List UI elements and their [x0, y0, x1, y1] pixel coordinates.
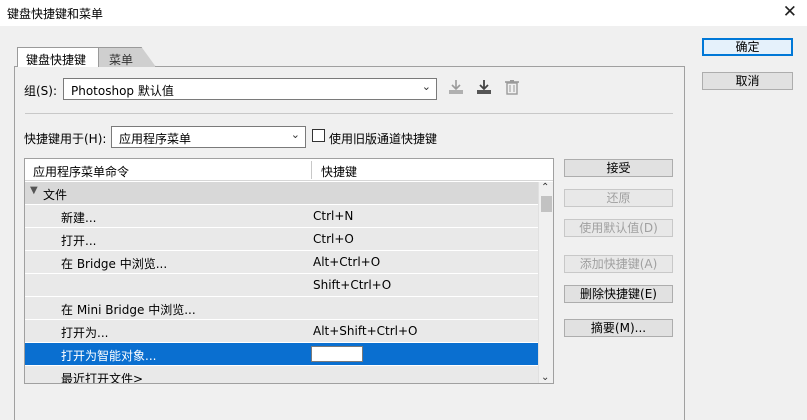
close-icon[interactable]: ✕ — [783, 2, 797, 22]
dialog-body: 键盘快捷键 菜单 组(S): Photoshop 默认值 ⌄ 快捷键用于(H):… — [0, 26, 807, 420]
shortcuts-for-value: 应用程序菜单 — [119, 132, 192, 146]
scroll-up-icon[interactable]: ⌃ — [541, 182, 549, 193]
row-shortcut[interactable]: Ctrl+N — [313, 209, 353, 223]
row-command: 打开为... — [61, 326, 109, 340]
shortcut-table: 应用程序菜单命令 快捷键 ▼ 文件 新建... Ctrl+N 打开... Ctr… — [24, 158, 554, 384]
group-select[interactable]: Photoshop 默认值 ⌄ — [63, 78, 437, 100]
add-shortcut-button[interactable]: 添加快捷键(A) — [564, 255, 673, 273]
scroll-down-icon[interactable]: ⌄ — [541, 372, 549, 383]
tab-menus[interactable]: 菜单 — [98, 47, 156, 67]
use-default-button[interactable]: 使用默认值(D) — [564, 219, 673, 237]
vertical-scrollbar[interactable]: ⌃ ⌄ — [538, 182, 553, 383]
scroll-thumb[interactable] — [541, 196, 552, 212]
row-shortcut[interactable]: Ctrl+O — [313, 232, 354, 246]
row-command: 文件 — [43, 188, 68, 202]
column-header-command[interactable]: 应用程序菜单命令 — [33, 163, 129, 180]
divider — [25, 113, 673, 114]
chevron-down-icon: ⌄ — [421, 80, 431, 93]
shortcut-entry-field[interactable] — [311, 346, 363, 362]
cancel-button[interactable]: 取消 — [702, 72, 793, 90]
save-set-icon[interactable] — [447, 78, 465, 96]
row-shortcut[interactable]: Alt+Shift+Ctrl+O — [313, 324, 417, 338]
table-row[interactable]: 打开为... Alt+Shift+Ctrl+O — [25, 320, 538, 343]
table-row[interactable]: 打开... Ctrl+O — [25, 228, 538, 251]
undo-button[interactable]: 还原 — [564, 189, 673, 207]
table-row[interactable]: 新建... Ctrl+N — [25, 205, 538, 228]
group-label: 组(S): — [24, 84, 58, 98]
accept-button[interactable]: 接受 — [564, 159, 673, 177]
window-title: 键盘快捷键和菜单 — [7, 7, 104, 21]
summarize-button[interactable]: 摘要(M)... — [564, 319, 673, 337]
table-header: 应用程序菜单命令 快捷键 — [25, 159, 553, 181]
row-command: 在 Bridge 中浏览... — [61, 257, 168, 271]
row-command: 打开为智能对象... — [61, 349, 157, 363]
save-as-set-icon[interactable] — [475, 78, 493, 96]
ok-button[interactable]: 确定 — [702, 38, 793, 56]
row-command: 在 Mini Bridge 中浏览... — [61, 303, 196, 317]
legacy-channel-shortcuts-label: 使用旧版通道快捷键 — [329, 132, 438, 146]
table-row[interactable]: 在 Mini Bridge 中浏览... — [25, 297, 538, 320]
expand-triangle-icon[interactable]: ▼ — [30, 185, 38, 196]
tab-keyboard-shortcuts[interactable]: 键盘快捷键 — [17, 47, 99, 67]
table-row[interactable]: ▼ 文件 — [25, 182, 538, 205]
row-command: 最近打开文件> — [61, 372, 144, 384]
shortcuts-for-select[interactable]: 应用程序菜单 ⌄ — [111, 126, 306, 148]
group-select-value: Photoshop 默认值 — [71, 84, 174, 98]
column-header-shortcut[interactable]: 快捷键 — [321, 163, 357, 180]
chevron-down-icon: ⌄ — [290, 128, 300, 141]
table-row[interactable]: 在 Bridge 中浏览... Alt+Ctrl+O — [25, 251, 538, 274]
shortcuts-for-label: 快捷键用于(H): — [24, 132, 107, 146]
table-row-selected[interactable]: 打开为智能对象... — [25, 343, 538, 366]
column-separator[interactable] — [311, 161, 312, 179]
table-row[interactable]: Shift+Ctrl+O — [25, 274, 538, 297]
table-rows: ▼ 文件 新建... Ctrl+N 打开... Ctrl+O 在 Bridge … — [25, 182, 538, 384]
row-command: 打开... — [61, 234, 97, 248]
legacy-channel-shortcuts-checkbox[interactable] — [312, 129, 325, 142]
delete-shortcut-button[interactable]: 删除快捷键(E) — [564, 285, 673, 303]
row-shortcut[interactable]: Shift+Ctrl+O — [313, 278, 391, 292]
table-row[interactable]: 最近打开文件> — [25, 366, 538, 384]
row-command: 新建... — [61, 211, 97, 225]
title-bar: 键盘快捷键和菜单 ✕ — [0, 0, 807, 26]
delete-set-icon[interactable] — [503, 78, 521, 96]
row-shortcut[interactable]: Alt+Ctrl+O — [313, 255, 380, 269]
